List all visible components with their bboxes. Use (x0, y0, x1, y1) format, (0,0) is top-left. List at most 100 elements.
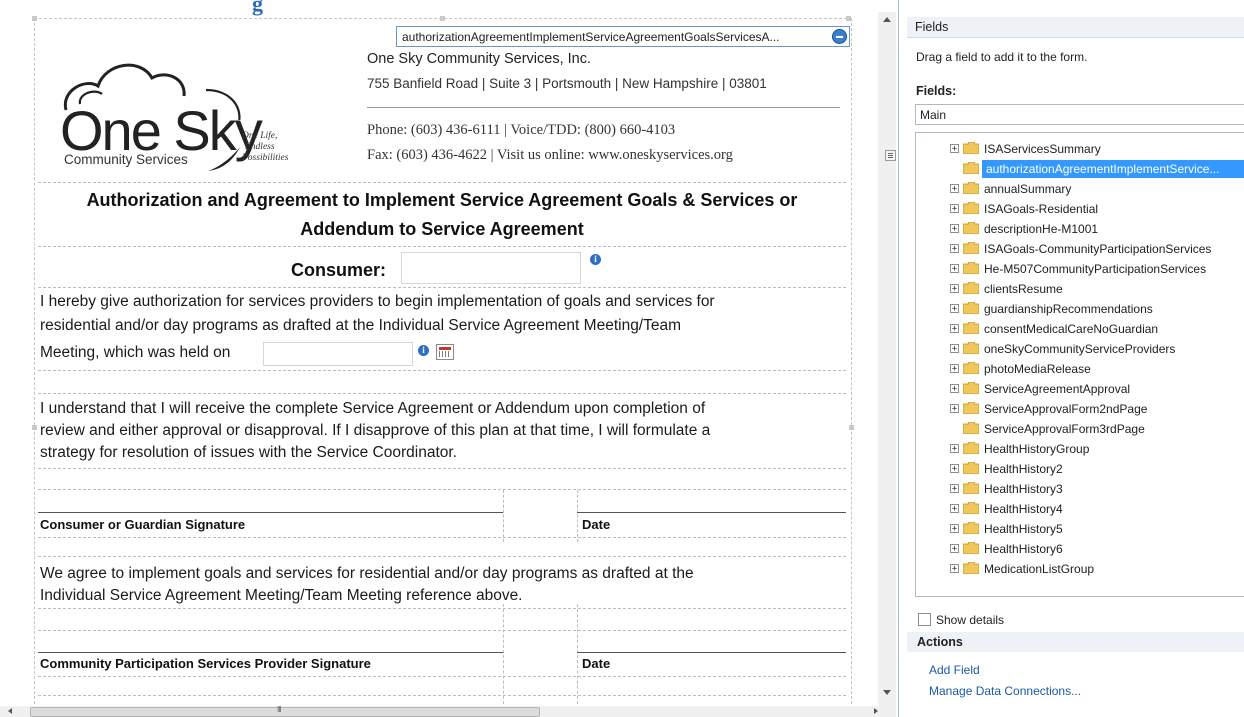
field-tree-node[interactable]: ServiceApprovalForm3rdPage (916, 419, 1244, 439)
datasource-dropdown[interactable]: Main (915, 104, 1244, 125)
expand-icon[interactable]: + (950, 564, 959, 574)
expand-icon[interactable]: + (950, 144, 959, 154)
scroll-thumb[interactable]: III (30, 705, 540, 717)
section-divider (38, 695, 846, 696)
resize-handle[interactable] (440, 16, 445, 21)
field-tree-node[interactable]: + ServiceAgreementApproval (916, 379, 1244, 399)
consumer-input[interactable] (401, 252, 581, 284)
field-tree-node-label: ServiceApprovalForm2ndPage (984, 402, 1148, 416)
expand-icon[interactable]: + (950, 304, 959, 314)
field-tree-node[interactable]: + HealthHistory4 (916, 499, 1244, 519)
field-tree-node[interactable]: + oneSkyCommunityServiceProviders (916, 339, 1244, 359)
expand-icon[interactable]: + (950, 484, 959, 494)
resize-handle[interactable] (849, 425, 854, 430)
signature-line[interactable] (577, 652, 846, 653)
expand-icon[interactable]: + (950, 544, 959, 554)
field-tree-node[interactable]: + ISAServicesSummary (916, 139, 1244, 159)
show-details-label: Show details (936, 613, 1005, 627)
field-tree-node[interactable]: + HealthHistory6 (916, 539, 1244, 559)
vertical-scrollbar[interactable] (878, 12, 896, 706)
scroll-left-icon[interactable] (8, 708, 12, 714)
field-tree-node-label: photoMediaRelease (984, 362, 1091, 376)
agreement-paragraph-line: We agree to implement goals and services… (40, 565, 694, 582)
field-tree-node[interactable]: + guardianshipRecommendations (916, 299, 1244, 319)
expand-icon[interactable]: + (950, 244, 959, 254)
control-field-tag[interactable]: authorizationAgreementImplementServiceAg… (396, 26, 850, 47)
meeting-date-input[interactable] (263, 342, 413, 366)
pane-grip-icon[interactable] (885, 150, 896, 161)
date-label: Date (582, 656, 611, 671)
expand-icon[interactable]: + (950, 364, 959, 374)
expand-icon[interactable]: + (950, 324, 959, 334)
form-title-line2: Addendum to Service Agreement (300, 219, 584, 239)
field-tree-node[interactable]: + HealthHistoryGroup (916, 439, 1244, 459)
binding-icon[interactable] (832, 29, 847, 44)
field-tree-node-label: clientsResume (984, 282, 1063, 296)
field-tree[interactable]: + ISAServicesSummary authorizationAgreemen… (915, 132, 1244, 597)
resize-handle[interactable] (846, 16, 851, 21)
scroll-right-icon[interactable] (874, 708, 878, 714)
org-address: 755 Banfield Road | Suite 3 | Portsmouth… (367, 76, 767, 91)
field-tree-node[interactable]: + He-M507CommunityParticipationServices (916, 259, 1244, 279)
task-pane-title: Fields (915, 20, 949, 34)
field-tree-node[interactable]: + consentMedicalCareNoGuardian (916, 319, 1244, 339)
section-divider (38, 489, 846, 490)
section-divider (38, 537, 846, 538)
section-divider (38, 393, 846, 394)
agreement-paragraph-line: Individual Service Agreement Meeting/Tea… (40, 587, 523, 604)
field-tree-node-label: oneSkyCommunityServiceProviders (984, 342, 1176, 356)
task-pane-header: Fields (907, 17, 1244, 38)
expand-icon[interactable]: + (950, 444, 959, 454)
table-column-divider (577, 490, 578, 542)
resize-handle[interactable] (32, 425, 37, 430)
field-tree-node-label: ISAGoals-Residential (984, 202, 1099, 216)
calendar-icon[interactable] (436, 344, 454, 360)
expand-icon[interactable]: + (950, 464, 959, 474)
expand-icon[interactable]: + (950, 404, 959, 414)
field-tree-node[interactable]: + annualSummary (916, 179, 1244, 199)
folder-icon (962, 561, 980, 575)
expand-icon[interactable]: + (950, 224, 959, 234)
signature-line[interactable] (38, 652, 503, 653)
folder-icon (962, 501, 980, 515)
horizontal-scrollbar[interactable]: III (0, 705, 896, 717)
show-details-checkbox[interactable] (918, 613, 931, 626)
section-divider (38, 287, 846, 288)
add-field-link[interactable]: Add Field (929, 663, 980, 677)
field-tree-node[interactable]: + ISAGoals-Residential (916, 199, 1244, 219)
field-tree-node[interactable]: + photoMediaRelease (916, 359, 1244, 379)
expand-icon[interactable]: + (950, 204, 959, 214)
field-tree-node[interactable]: + MedicationListGroup (916, 559, 1244, 579)
form-canvas: g authorizationAgreementImplementService… (0, 0, 878, 706)
field-tree-node-label: MedicationListGroup (984, 562, 1095, 576)
manage-data-connections-link[interactable]: Manage Data Connections... (929, 684, 1081, 698)
field-tree-node[interactable]: authorizationAgreementImplementService..… (916, 159, 1244, 179)
expand-icon[interactable]: + (950, 524, 959, 534)
signature-line[interactable] (577, 512, 846, 513)
signature-line[interactable] (38, 512, 503, 513)
scroll-up-icon[interactable] (883, 17, 891, 22)
field-tree-node-label: descriptionHe-M1001 (984, 222, 1099, 236)
field-tree-node[interactable]: + ISAGoals-CommunityParticipationServices (916, 239, 1244, 259)
expand-icon[interactable]: + (950, 184, 959, 194)
resize-handle[interactable] (32, 16, 37, 21)
expand-icon[interactable]: + (950, 264, 959, 274)
field-tree-node[interactable]: + descriptionHe-M1001 (916, 219, 1244, 239)
field-tree-node[interactable]: + HealthHistory3 (916, 479, 1244, 499)
expand-icon[interactable]: + (950, 504, 959, 514)
acknowledgement-paragraph-line: strategy for resolution of issues with t… (40, 444, 457, 461)
folder-icon (962, 521, 980, 535)
folder-icon (962, 541, 980, 555)
info-icon[interactable]: i (590, 254, 601, 265)
scroll-down-icon[interactable] (883, 690, 891, 695)
field-tree-node[interactable]: + clientsResume (916, 279, 1244, 299)
field-tree-node[interactable]: + ServiceApprovalForm2ndPage (916, 399, 1244, 419)
expand-icon[interactable]: + (950, 384, 959, 394)
folder-icon (962, 241, 980, 255)
section-divider (38, 556, 846, 557)
expand-icon[interactable]: + (950, 284, 959, 294)
info-icon[interactable]: i (418, 345, 429, 356)
field-tree-node[interactable]: + HealthHistory5 (916, 519, 1244, 539)
expand-icon[interactable]: + (950, 344, 959, 354)
field-tree-node[interactable]: + HealthHistory2 (916, 459, 1244, 479)
